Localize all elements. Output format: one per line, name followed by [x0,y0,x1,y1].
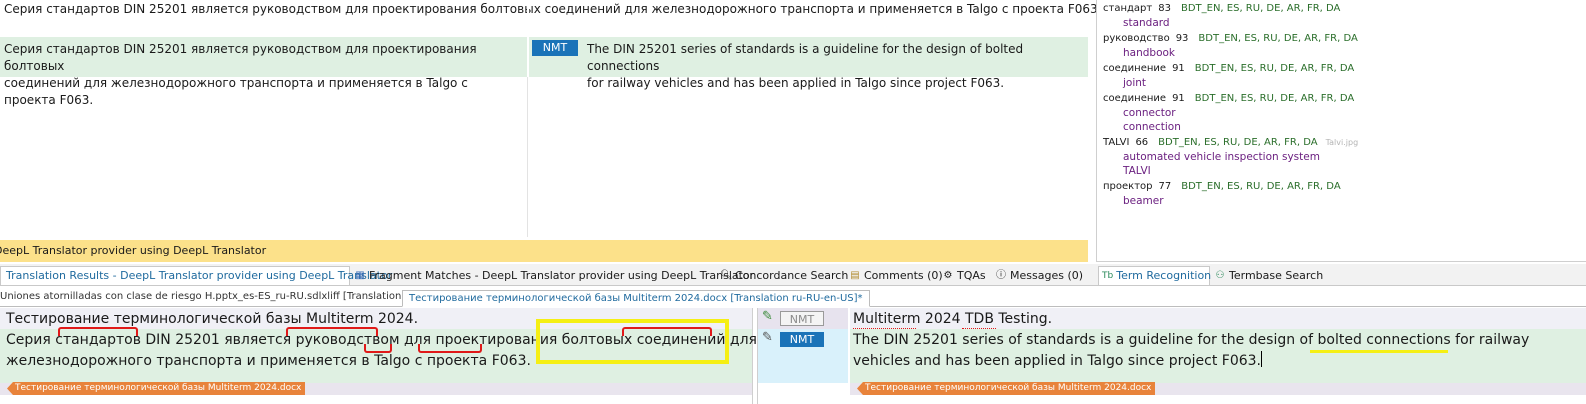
term-score: 66 [1135,137,1149,148]
term-entry[interactable]: стандарт 83 BDT_EN, ES, RU, DE, AR, FR, DA [1103,3,1340,14]
tab-tqas[interactable]: ⚙ TQAs [942,266,986,285]
termbase-name: BDT_EN, ES, RU, DE, AR, FR, DA [1180,3,1341,14]
edit-pencil-icon: ✎ [762,330,773,345]
tqa-icon: ⚙ [943,269,953,281]
result-target-line-2: for railway vehicles and has been applie… [587,76,1005,90]
tab-label: Comments (0) [864,268,943,282]
term-underline [286,327,378,336]
term-entry[interactable]: проектор 77 BDT_EN, ES, RU, DE, AR, FR, DA [1103,181,1341,192]
result-source-line-1: Серия стандартов DIN 25201 является руко… [4,42,477,73]
term-source: соединение [1103,63,1167,74]
term-recognition-icon: Tb [1102,271,1114,281]
term-score: 91 [1172,93,1185,104]
term-image-name: Talvi.jpg [1325,138,1359,147]
concordance-search-icon: 🔍︎ [720,269,733,281]
term-translation[interactable]: beamer [1123,195,1164,207]
column-divider [527,77,528,237]
term-score: 93 [1175,33,1189,44]
result-source: Серия стандартов DIN 25201 является руко… [0,37,526,107]
document-tab-active[interactable]: Тестирование терминологической базы Mult… [402,290,870,307]
segment-1-nmt-badge: NMT [780,311,824,326]
info-icon: ⓘ [996,269,1006,281]
term-entry[interactable]: соединение 91 BDT_EN, ES, RU, DE, AR, FR, … [1103,93,1354,104]
terminology-tab-strip: Tb Term Recognition ⚇ Termbase Search [1096,264,1586,286]
tab-label: Fragment Matches - DeepL Translator prov… [369,268,755,282]
term-source: руководство [1103,33,1170,44]
tab-label: Messages (0) [1010,268,1084,282]
results-tab-strip: Translation Results - DeepL Translator p… [0,264,1096,286]
editor-grid: Тестирование терминологической базы Mult… [0,308,1586,404]
term-translation[interactable]: connection [1123,121,1181,133]
term-source: TALVI [1103,137,1130,148]
term-translation[interactable]: joint [1123,77,1146,89]
document-tabs: Uniones atornilladas con clase de riesgo… [0,290,1586,307]
tab-messages[interactable]: ⓘ Messages (0) [995,266,1083,285]
termbase-name: BDT_EN, ES, RU, DE, AR, FR, DA [1181,181,1341,192]
segment-2-nmt-badge: NMT [780,332,824,347]
tab-label: Term Recognition [1116,269,1212,282]
segment-1-source-text: Тестирование терминологической базы Mult… [6,311,419,327]
segment-2-target-line-2-wrap[interactable]: vehicles and has been applied in Talgo s… [853,351,1263,371]
provider-status-bar: DeepL Translator provider using DeepL Tr… [0,240,1088,262]
result-source-line-2: соединений для железнодорожного транспор… [4,76,468,107]
translation-results-pane: Серия стандартов DIN 25201 является руко… [0,0,1101,262]
term-source: проектор [1103,181,1153,192]
tab-comments[interactable]: ▤ Comments (0) [849,266,943,285]
spellcheck-underline [962,326,996,329]
term-source: стандарт [1103,3,1153,14]
column-separator [752,308,758,404]
tab-label: Translation Results - DeepL Translator p… [6,269,393,282]
term-underline [58,327,138,336]
provider-label: DeepL Translator provider using DeepL Tr… [0,244,267,257]
tab-fragment-matches[interactable]: ▦ Fragment Matches - DeepL Translator pr… [354,266,754,285]
term-translation[interactable]: standard [1123,17,1170,29]
segment-2-target-line-1[interactable]: The DIN 25201 series of standards is a g… [853,330,1529,350]
termbase-search-icon: ⚇ [1215,269,1225,281]
tab-translation-results[interactable]: Translation Results - DeepL Translator p… [0,266,392,285]
tab-label: Concordance Search [735,268,849,282]
termbase-name: BDT_EN, ES, RU, DE, AR, FR, DA [1158,137,1318,148]
nmt-badge: NMT [532,40,578,56]
term-source: соединение [1103,93,1167,104]
target-document-context-tag: Тестирование терминологической базы Mult… [857,382,1156,395]
tab-term-recognition[interactable]: Tb Term Recognition [1098,266,1212,285]
termbase-name: BDT_EN, ES, RU, DE, AR, FR, DA [1194,63,1355,74]
term-entry[interactable]: руководство 93 BDT_EN, ES, RU, DE, AR, FR,… [1103,33,1358,44]
termbase-name: BDT_EN, ES, RU, DE, AR, FR, DA [1194,93,1355,104]
source-document-context-tag: Тестирование терминологической базы Mult… [7,382,306,395]
current-source-text: Серия стандартов DIN 25201 является руко… [4,2,1102,16]
segment-2-target-line-2: vehicles and has been applied in Talgo s… [853,353,1262,369]
term-underline [418,344,482,353]
term-underline [364,344,392,353]
fragment-icon: ▦ [355,269,365,281]
confirmed-pencil-icon: ✎ [762,309,773,324]
tab-concordance-search[interactable]: 🔍︎ Concordance Search [720,266,848,285]
term-recognition-pane: стандарт 83 BDT_EN, ES, RU, DE, AR, FR, DA… [1096,0,1586,262]
term-score: 83 [1158,3,1171,14]
term-entry[interactable]: соединение 91 BDT_EN, ES, RU, DE, AR, FR, … [1103,63,1354,74]
highlight-box [536,319,729,364]
term-score: 77 [1158,181,1172,192]
tab-label: Termbase Search [1229,268,1324,282]
comment-icon: ▤ [850,269,860,281]
term-translation[interactable]: handbook [1123,47,1175,59]
document-tab[interactable]: Uniones atornilladas con clase de riesgo… [0,291,405,302]
tab-termbase-search[interactable]: ⚇ Termbase Search [1214,266,1324,285]
highlight-underline [1310,350,1448,353]
term-translation[interactable]: automated vehicle inspection system [1123,151,1320,163]
term-translation[interactable]: connector [1123,107,1176,119]
tab-label: TQAs [957,268,986,282]
term-entry[interactable]: TALVI 66 BDT_EN, ES, RU, DE, AR, FR, DA Tal… [1103,137,1358,148]
segment-2-source-line-2: железнодорожного транспорта и применяетс… [6,353,531,369]
translation-result-row[interactable]: Серия стандартов DIN 25201 является руко… [0,37,1088,107]
text-cursor [1261,351,1263,367]
term-score: 91 [1172,63,1185,74]
result-target-line-1: The DIN 25201 series of standards is a g… [587,42,1024,73]
termbase-name: BDT_EN, ES, RU, DE, AR, FR, DA [1198,33,1358,44]
result-target: The DIN 25201 series of standards is a g… [585,37,1085,90]
spellcheck-underline [853,326,916,329]
term-translation[interactable]: TALVI [1123,165,1151,177]
